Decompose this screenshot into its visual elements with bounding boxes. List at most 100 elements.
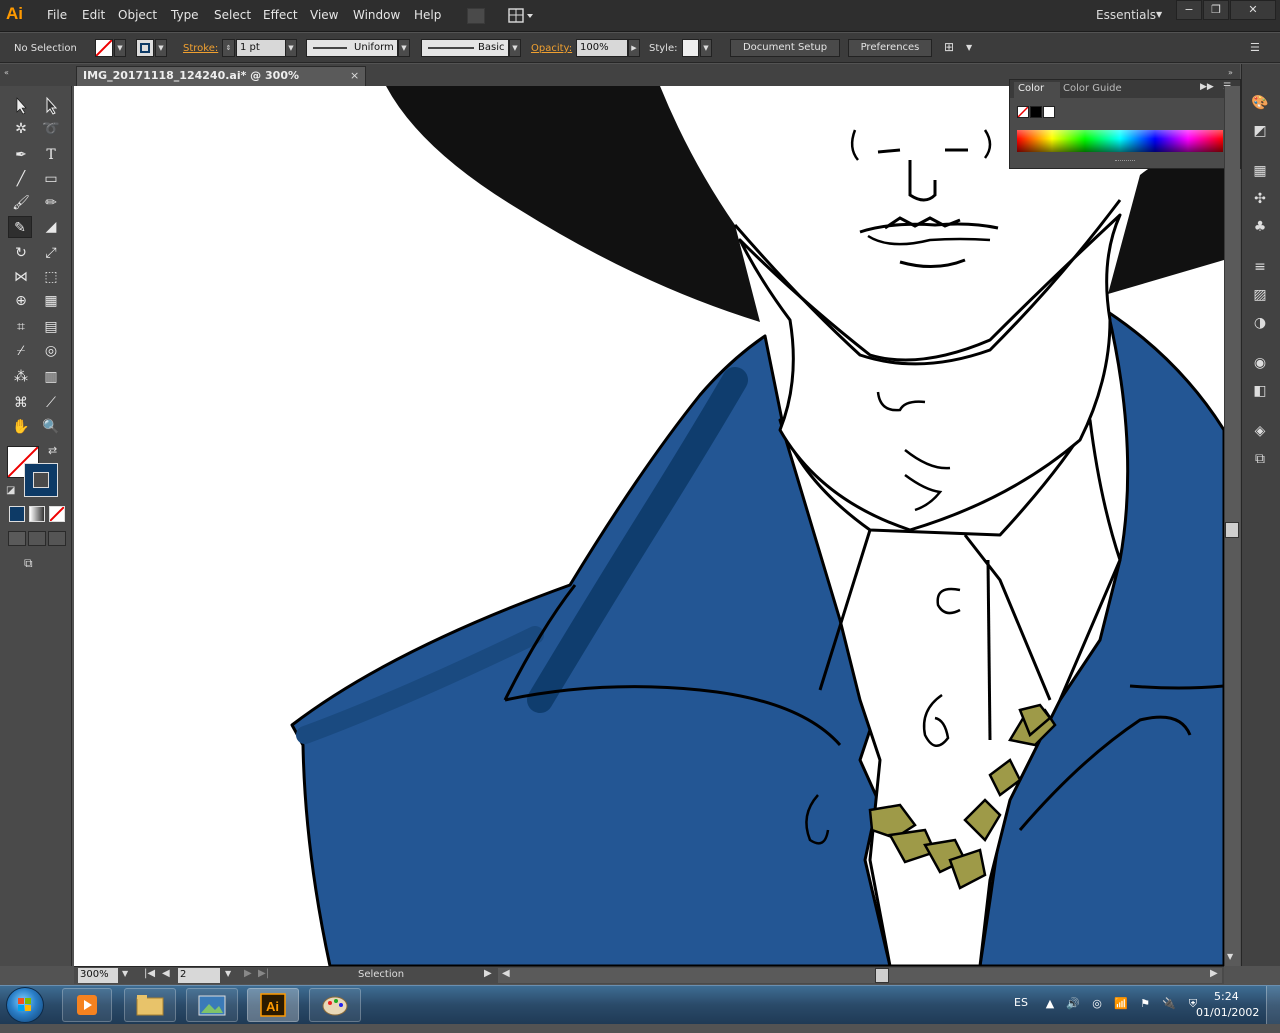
menu-window[interactable]: Window: [353, 8, 400, 22]
arrange-documents-button[interactable]: [508, 7, 536, 25]
swatches-icon[interactable]: ▦: [1251, 162, 1269, 180]
artboard-number-field[interactable]: 2: [178, 968, 220, 983]
zoom-tool-icon[interactable]: 🔍: [39, 416, 63, 438]
clock-date[interactable]: 01/01/2002: [1196, 1006, 1259, 1019]
workspace-switcher[interactable]: Essentials: [1096, 8, 1156, 22]
black-swatch[interactable]: [1030, 106, 1042, 118]
volume-icon[interactable]: 🔊: [1066, 997, 1080, 1011]
close-tab-icon[interactable]: ×: [350, 69, 359, 82]
mesh-tool-icon[interactable]: ⌗: [9, 316, 33, 338]
scroll-down-icon[interactable]: ▼: [1227, 952, 1233, 961]
stroke-color-swatch[interactable]: [24, 463, 58, 497]
pencil-tool-icon[interactable]: ✏: [39, 192, 63, 214]
clock-time[interactable]: 5:24: [1214, 990, 1239, 1003]
brush-definition[interactable]: Basic: [421, 39, 509, 57]
menu-select[interactable]: Select: [214, 8, 251, 22]
stroke-label[interactable]: Stroke:: [183, 43, 218, 54]
illustrator-taskbar-icon[interactable]: Ai: [247, 988, 299, 1022]
document-setup-button[interactable]: Document Setup: [730, 39, 840, 57]
graphic-styles-icon[interactable]: ◧: [1251, 382, 1269, 400]
last-artboard-icon[interactable]: ▶|: [258, 968, 269, 979]
perspective-grid-tool-icon[interactable]: ▦: [39, 290, 63, 312]
lasso-tool-icon[interactable]: ➰: [39, 118, 63, 140]
align-options-icon[interactable]: ⊞: [944, 40, 954, 54]
transparency-icon[interactable]: ◑: [1251, 314, 1269, 332]
gradient-tool-icon[interactable]: ▤: [39, 316, 63, 338]
action-center-icon[interactable]: ⚑: [1138, 997, 1152, 1011]
type-tool-icon[interactable]: T: [39, 144, 63, 166]
control-panel-menu-icon[interactable]: ☰: [1250, 41, 1260, 54]
color-mode-icon[interactable]: [9, 506, 25, 522]
previous-artboard-icon[interactable]: ◀: [162, 968, 170, 979]
workspace-dropdown-icon[interactable]: ▼: [1156, 10, 1162, 19]
document-tab[interactable]: IMG_20171118_124240.ai* @ 300% (RGB/Prev…: [76, 66, 366, 100]
width-tool-icon[interactable]: ⋈: [9, 266, 33, 288]
minimize-button[interactable]: −: [1176, 0, 1202, 20]
eraser-tool-icon[interactable]: ◢: [39, 216, 63, 238]
status-menu-icon[interactable]: ▶: [484, 968, 492, 979]
first-artboard-icon[interactable]: |◀: [144, 968, 155, 979]
eyedropper-tool-icon[interactable]: ⌿: [9, 340, 33, 362]
horizontal-scroll-thumb[interactable]: [875, 968, 889, 983]
slice-tool-icon[interactable]: ⟋: [39, 392, 63, 414]
symbols-icon[interactable]: ♣: [1251, 218, 1269, 236]
color-panel-icon[interactable]: 🎨: [1251, 94, 1269, 112]
blob-brush-tool-icon[interactable]: ✎: [8, 216, 32, 238]
free-transform-tool-icon[interactable]: ⬚: [39, 266, 63, 288]
next-artboard-icon[interactable]: ▶: [244, 968, 252, 979]
power-icon[interactable]: 🔌: [1162, 997, 1176, 1011]
start-button[interactable]: [6, 987, 44, 1023]
none-swatch[interactable]: [1017, 106, 1029, 118]
tab-color-guide[interactable]: Color Guide: [1063, 83, 1122, 94]
close-window-button[interactable]: ✕: [1230, 0, 1276, 20]
collapse-dock-icon[interactable]: »: [1228, 68, 1233, 77]
rectangle-tool-icon[interactable]: ▭: [39, 168, 63, 190]
menu-help[interactable]: Help: [414, 8, 441, 22]
fill-none-swatch[interactable]: [95, 39, 113, 57]
column-graph-tool-icon[interactable]: ▥: [39, 366, 63, 388]
maximize-button[interactable]: ❐: [1203, 0, 1229, 20]
graphic-style-swatch[interactable]: [682, 39, 699, 57]
scale-tool-icon[interactable]: ⤢: [39, 242, 63, 264]
brush-dropdown[interactable]: ▼: [509, 39, 521, 57]
artboards-icon[interactable]: ⧉: [1251, 450, 1269, 468]
scroll-left-icon[interactable]: ◀: [502, 968, 510, 979]
stroke-weight-stepper[interactable]: ⇕: [222, 39, 235, 57]
pen-tool-icon[interactable]: ✒: [9, 144, 33, 166]
current-tool-status[interactable]: Selection: [358, 969, 404, 980]
shape-builder-tool-icon[interactable]: ⊕: [9, 290, 33, 312]
stroke-weight-dropdown[interactable]: ▼: [285, 39, 297, 57]
stroke-dropdown[interactable]: ▼: [155, 39, 167, 57]
vertical-scroll-thumb[interactable]: [1225, 522, 1239, 538]
menu-type[interactable]: Type: [171, 8, 199, 22]
draw-normal-icon[interactable]: [8, 531, 26, 546]
stroke-weight-field[interactable]: 1 pt: [236, 39, 286, 57]
none-mode-icon[interactable]: [49, 506, 65, 522]
brushes-icon[interactable]: ✣: [1251, 190, 1269, 208]
scroll-right-icon[interactable]: ▶: [1210, 968, 1218, 979]
menu-object[interactable]: Object: [118, 8, 157, 22]
symbol-sprayer-tool-icon[interactable]: ⁂: [9, 366, 33, 388]
horizontal-scrollbar[interactable]: [498, 968, 1222, 983]
gradient-mode-icon[interactable]: [29, 506, 45, 522]
line-segment-tool-icon[interactable]: ╱: [9, 168, 33, 190]
zoom-dropdown-icon[interactable]: ▼: [122, 969, 128, 978]
panel-collapse-icon[interactable]: ▶▶: [1200, 82, 1214, 92]
layers-icon[interactable]: ◈: [1251, 422, 1269, 440]
file-explorer-taskbar-icon[interactable]: [124, 988, 176, 1022]
preferences-button[interactable]: Preferences: [848, 39, 932, 57]
selection-tool-icon[interactable]: [9, 94, 33, 116]
photo-viewer-taskbar-icon[interactable]: [186, 988, 238, 1022]
menu-effect[interactable]: Effect: [263, 8, 298, 22]
white-swatch[interactable]: [1043, 106, 1055, 118]
artboard-tool-icon[interactable]: ⌘: [9, 392, 33, 414]
rotate-tool-icon[interactable]: ↻: [9, 242, 33, 264]
show-desktop-button[interactable]: [1266, 986, 1280, 1024]
opacity-label[interactable]: Opacity:: [531, 43, 572, 54]
default-fill-stroke-icon[interactable]: ◪: [6, 485, 15, 496]
hand-tool-icon[interactable]: ✋: [9, 416, 33, 438]
magic-wand-tool-icon[interactable]: ✲: [9, 118, 33, 140]
opacity-field[interactable]: 100%: [576, 39, 628, 57]
swap-fill-stroke-icon[interactable]: ⇄: [48, 444, 57, 457]
draw-behind-icon[interactable]: [28, 531, 46, 546]
